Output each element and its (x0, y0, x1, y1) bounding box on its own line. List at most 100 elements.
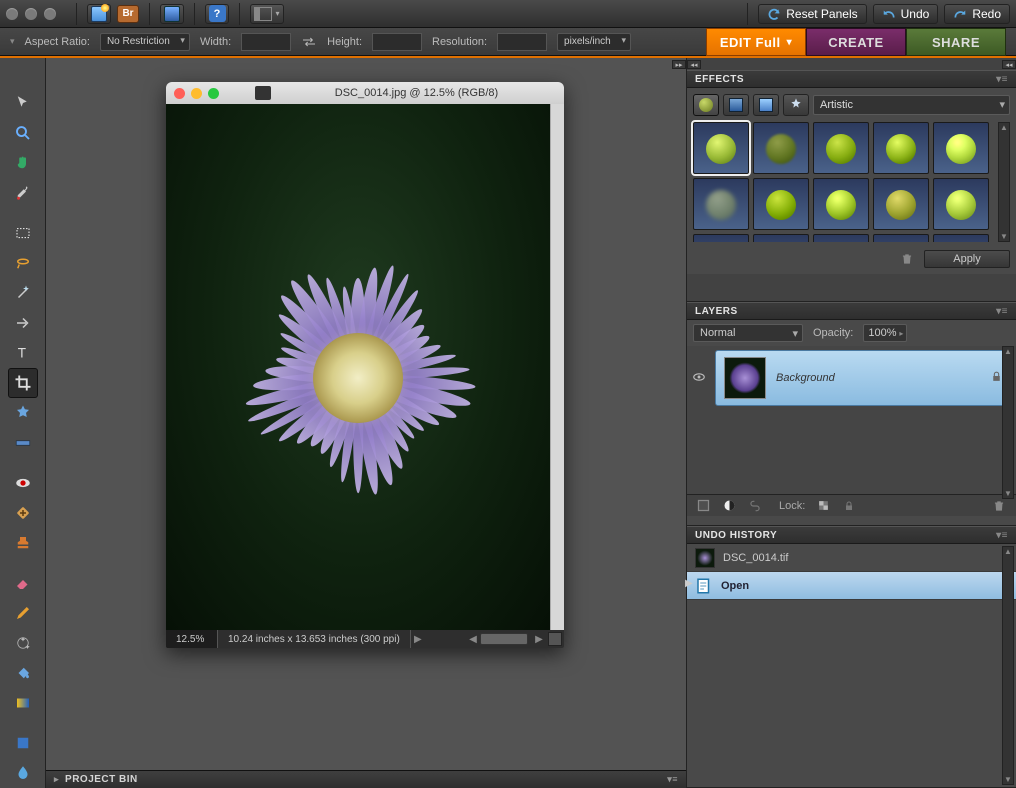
sponge-blur-tool[interactable] (8, 758, 38, 788)
canvas-expander[interactable]: ▸▸ (672, 60, 686, 69)
fx-thumb[interactable] (753, 122, 809, 174)
new-layer-button[interactable] (695, 498, 711, 514)
paint-bucket-tool[interactable] (8, 658, 38, 688)
straighten-tool[interactable] (8, 428, 38, 458)
tab-edit[interactable]: EDIT Full (706, 28, 806, 56)
hscroll-left-icon[interactable]: ◀ (466, 634, 480, 645)
fx-styles-tab[interactable] (723, 94, 749, 116)
window-zoom-dot[interactable] (44, 8, 56, 20)
smart-brush-tool[interactable] (8, 628, 38, 658)
fx-thumb[interactable] (873, 122, 929, 174)
project-bin-menu-icon[interactable]: ▾≡ (667, 774, 678, 785)
help-button[interactable]: ? (205, 4, 229, 24)
effects-scrollbar[interactable]: ▲▼ (998, 122, 1010, 242)
fx-thumb[interactable] (813, 234, 869, 242)
effects-apply-button[interactable]: Apply (924, 250, 1010, 268)
fx-all-tab[interactable] (783, 94, 809, 116)
gradient-tool[interactable] (8, 688, 38, 718)
history-item[interactable]: ▶ Open (687, 572, 1016, 600)
layers-header[interactable]: LAYERS ▾≡ (687, 302, 1016, 320)
bridge-button[interactable]: Br (117, 5, 139, 23)
doc-min-icon[interactable] (191, 88, 202, 99)
resolution-units-dropdown[interactable]: pixels/inch (557, 33, 631, 51)
layer-row[interactable]: Background (691, 350, 1012, 406)
clone-stamp-tool[interactable] (8, 528, 38, 558)
undo-button[interactable]: Undo (873, 4, 939, 24)
document-image[interactable]: // placeholder; petals appended after sc… (166, 104, 550, 630)
window-close-dot[interactable] (6, 8, 18, 20)
document-hscrollbar[interactable] (480, 633, 528, 645)
fx-thumb[interactable] (873, 178, 929, 230)
link-layers-button[interactable] (747, 498, 763, 514)
document-titlebar[interactable]: DSC_0014.jpg @ 12.5% (RGB/8) (166, 82, 564, 104)
magic-wand-tool[interactable] (8, 278, 38, 308)
move-tool[interactable] (8, 88, 38, 118)
reset-panels-button[interactable]: Reset Panels (758, 4, 866, 24)
tab-create[interactable]: CREATE (806, 28, 906, 56)
fx-thumb[interactable] (933, 178, 989, 230)
hand-tool[interactable] (8, 148, 38, 178)
fx-thumb[interactable] (753, 234, 809, 242)
new-doc-button[interactable] (87, 4, 111, 24)
cookie-cutter-tool[interactable] (8, 398, 38, 428)
height-input[interactable] (372, 33, 422, 51)
status-arrow-icon[interactable]: ▶ (411, 634, 425, 645)
adjustment-layer-button[interactable] (721, 498, 737, 514)
fx-thumb[interactable] (753, 178, 809, 230)
zoom-field[interactable]: 12.5% (166, 630, 218, 648)
fx-photo-tab[interactable] (753, 94, 779, 116)
panels-left-expander[interactable]: ◂◂ (687, 60, 701, 69)
doc-close-icon[interactable] (174, 88, 185, 99)
fx-thumb[interactable] (693, 234, 749, 242)
blend-mode-dropdown[interactable]: Normal (693, 324, 803, 342)
fx-thumb[interactable] (693, 178, 749, 230)
document-vscrollbar[interactable] (550, 104, 564, 630)
history-item[interactable]: DSC_0014.tif (687, 544, 1016, 572)
lock-all-button[interactable] (841, 498, 857, 514)
panel-menu-icon[interactable]: ▾≡ (996, 530, 1008, 541)
width-input[interactable] (241, 33, 291, 51)
layers-scrollbar[interactable]: ▲▼ (1002, 346, 1014, 499)
chevron-down-icon[interactable]: ▾ (10, 36, 15, 47)
fx-category-dropdown[interactable]: Artistic (813, 95, 1010, 115)
marquee-tool[interactable] (8, 218, 38, 248)
delete-layer-button[interactable] (990, 498, 1008, 514)
hscroll-right-icon[interactable]: ▶ (532, 634, 546, 645)
zoom-tool[interactable] (8, 118, 38, 148)
window-min-dot[interactable] (25, 8, 37, 20)
resize-grip-icon[interactable] (548, 632, 562, 646)
resolution-input[interactable] (497, 33, 547, 51)
panels-right-expander[interactable]: ◂◂ (1002, 60, 1016, 69)
fx-thumb[interactable] (813, 122, 869, 174)
eyedropper-tool[interactable] (8, 178, 38, 208)
fx-thumb[interactable] (933, 234, 989, 242)
lasso-tool[interactable] (8, 248, 38, 278)
quick-selection-tool[interactable] (8, 308, 38, 338)
healing-brush-tool[interactable] (8, 498, 38, 528)
pencil-tool[interactable] (8, 598, 38, 628)
save-button[interactable] (160, 4, 184, 24)
crop-tool[interactable] (8, 368, 38, 398)
fx-filters-tab[interactable] (693, 94, 719, 116)
panel-menu-icon[interactable]: ▾≡ (996, 74, 1008, 85)
fx-thumb[interactable] (693, 122, 749, 174)
tab-share[interactable]: SHARE (906, 28, 1006, 56)
aspect-ratio-dropdown[interactable]: No Restriction (100, 33, 190, 51)
history-scrollbar[interactable]: ▲▼ (1002, 546, 1014, 785)
layer-name[interactable]: Background (776, 372, 835, 384)
layer-visibility-icon[interactable] (691, 370, 707, 387)
layout-picker-button[interactable]: ▾ (250, 4, 284, 24)
red-eye-tool[interactable] (8, 468, 38, 498)
fx-thumb[interactable] (933, 122, 989, 174)
fx-thumb[interactable] (873, 234, 929, 242)
panel-menu-icon[interactable]: ▾≡ (996, 306, 1008, 317)
project-bin-header[interactable]: ▸ PROJECT BIN ▾≡ (46, 770, 686, 788)
type-tool[interactable]: T (8, 338, 38, 368)
undo-history-header[interactable]: UNDO HISTORY ▾≡ (687, 526, 1016, 544)
layer-thumbnail[interactable] (724, 357, 766, 399)
doc-zoom-icon[interactable] (208, 88, 219, 99)
swap-icon[interactable] (301, 36, 317, 48)
eraser-tool[interactable] (8, 568, 38, 598)
opacity-field[interactable]: 100% (863, 324, 907, 342)
status-info[interactable]: 10.24 inches x 13.653 inches (300 ppi) (218, 630, 411, 648)
